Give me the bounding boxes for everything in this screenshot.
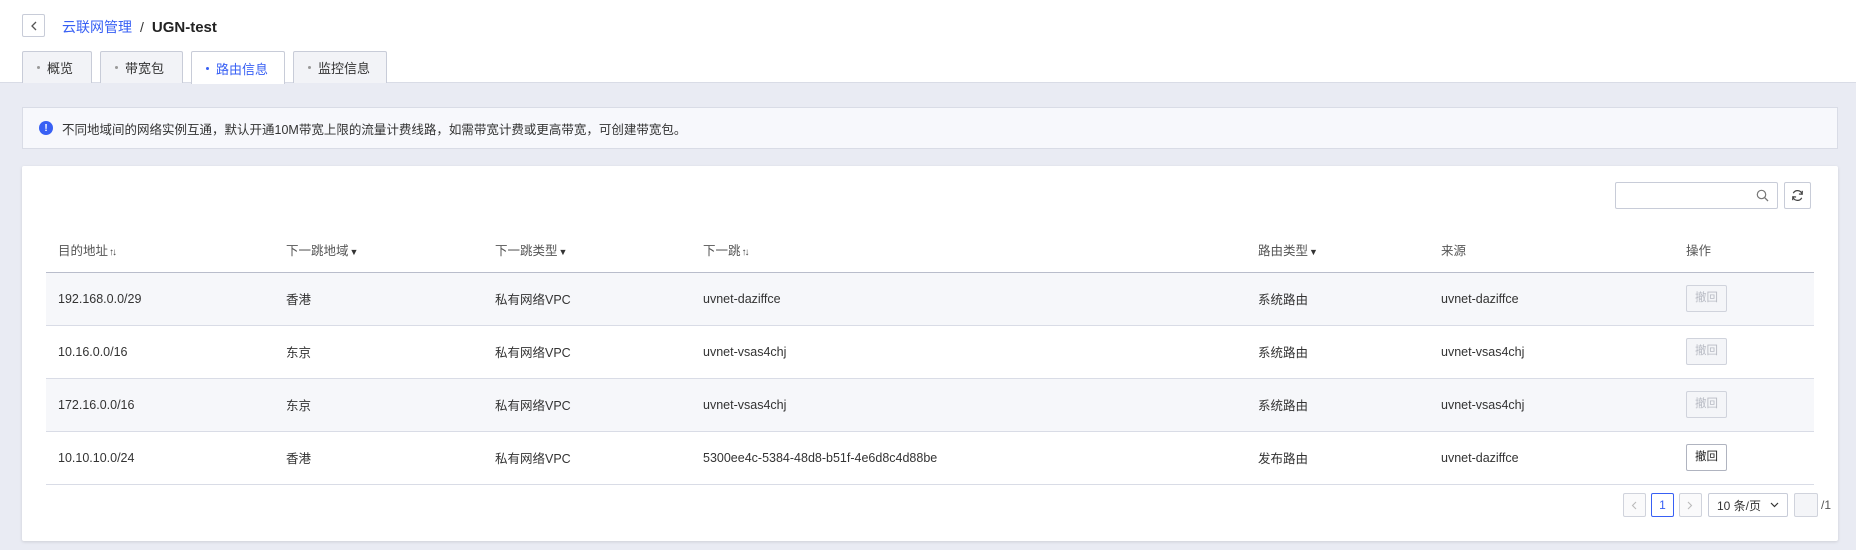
column-header-source: 来源: [1429, 228, 1674, 273]
cell-next-hop: uvnet-daziffce: [691, 272, 1246, 326]
cell-next-hop-region: 东京: [274, 378, 483, 432]
next-page-button[interactable]: [1678, 493, 1702, 517]
cell-next-hop-region: 东京: [274, 325, 483, 379]
cell-route-type: 系统路由: [1246, 378, 1429, 432]
column-header-route-type[interactable]: 路由类型▼: [1246, 228, 1429, 273]
revoke-button[interactable]: 撤回: [1686, 444, 1727, 471]
chevron-left-icon: [1632, 501, 1637, 509]
revoke-button: 撤回: [1686, 338, 1727, 365]
tab-monitoring[interactable]: 监控信息: [293, 51, 388, 83]
table-row: 192.168.0.0/29 香港 私有网络VPC uvnet-daziffce…: [46, 272, 1814, 326]
cell-next-hop-type: 私有网络VPC: [483, 325, 691, 379]
breadcrumb: 云联网管理 / UGN-test: [62, 17, 217, 37]
notice-text: 不同地域间的网络实例互通，默认开通10M带宽上限的流量计费线路，如需带宽计费或更…: [62, 122, 687, 137]
column-label: 下一跳类型: [495, 244, 558, 259]
breadcrumb-parent-link[interactable]: 云联网管理: [62, 17, 132, 37]
cell-destination: 10.10.10.0/24: [46, 431, 274, 485]
tab-route-info[interactable]: 路由信息: [191, 51, 286, 84]
column-header-next-hop-region[interactable]: 下一跳地域▼: [274, 228, 483, 273]
tab-bar: 概览 带宽包 路由信息 监控信息: [22, 51, 395, 84]
back-button[interactable]: [22, 14, 45, 37]
cell-next-hop-type: 私有网络VPC: [483, 431, 691, 485]
column-header-action: 操作: [1674, 228, 1814, 273]
table-row: 172.16.0.0/16 东京 私有网络VPC uvnet-vsas4chj …: [46, 378, 1814, 432]
page-number-button[interactable]: 1: [1650, 493, 1674, 517]
route-table: 目的地址↑↓ 下一跳地域▼ 下一跳类型▼ 下一跳↑↓ 路由类型▼ 来源 操作 1…: [46, 228, 1814, 485]
filter-icon[interactable]: ▼: [350, 247, 359, 257]
cell-action: 撤回: [1674, 272, 1814, 326]
notice-banner: ! 不同地域间的网络实例互通，默认开通10M带宽上限的流量计费线路，如需带宽计费…: [22, 107, 1838, 149]
page-header: 云联网管理 / UGN-test 概览 带宽包 路由信息 监控信息: [0, 0, 1856, 84]
cell-source: uvnet-vsas4chj: [1429, 325, 1674, 379]
column-label: 路由类型: [1258, 244, 1309, 259]
column-header-next-hop-type[interactable]: 下一跳类型▼: [483, 228, 691, 273]
sort-icon[interactable]: ↑↓: [109, 247, 117, 258]
refresh-button[interactable]: [1784, 182, 1811, 209]
cell-action: 撤回: [1674, 378, 1814, 432]
tab-label: 带宽包: [125, 61, 165, 76]
cell-destination: 172.16.0.0/16: [46, 378, 274, 432]
filter-icon[interactable]: ▼: [559, 247, 568, 257]
table-row: 10.10.10.0/24 香港 私有网络VPC 5300ee4c-5384-4…: [46, 431, 1814, 485]
cell-action: 撤回: [1674, 431, 1814, 485]
column-label: 下一跳地域: [286, 244, 349, 259]
search-icon[interactable]: [1756, 189, 1769, 202]
tab-label: 监控信息: [318, 61, 371, 76]
filter-icon[interactable]: ▼: [1309, 247, 1318, 257]
cell-source: uvnet-daziffce: [1429, 431, 1674, 485]
page-title: UGN-test: [151, 18, 217, 36]
cell-next-hop-type: 私有网络VPC: [483, 272, 691, 326]
cell-next-hop: 5300ee4c-5384-48d8-b51f-4e6d8c4d88be: [691, 431, 1246, 485]
cell-destination: 10.16.0.0/16: [46, 325, 274, 379]
revoke-button: 撤回: [1686, 391, 1727, 418]
cell-destination: 192.168.0.0/29: [46, 272, 274, 326]
refresh-icon: [1792, 190, 1803, 201]
cell-route-type: 系统路由: [1246, 325, 1429, 379]
prev-page-button[interactable]: [1622, 493, 1646, 517]
table-header-row: 目的地址↑↓ 下一跳地域▼ 下一跳类型▼ 下一跳↑↓ 路由类型▼ 来源 操作: [46, 228, 1814, 273]
tab-label: 路由信息: [216, 61, 269, 77]
column-header-destination[interactable]: 目的地址↑↓: [46, 228, 274, 273]
chevron-left-icon: [30, 21, 36, 30]
revoke-button: 撤回: [1686, 285, 1727, 312]
search-input[interactable]: [1616, 183, 1746, 208]
cell-route-type: 系统路由: [1246, 272, 1429, 326]
tab-dot: [206, 66, 210, 70]
column-label: 目的地址: [58, 244, 109, 259]
info-icon: !: [39, 121, 53, 135]
tab-label: 概览: [47, 61, 74, 76]
cell-next-hop-region: 香港: [274, 272, 483, 326]
route-table-card: 目的地址↑↓ 下一跳地域▼ 下一跳类型▼ 下一跳↑↓ 路由类型▼ 来源 操作 1…: [22, 166, 1838, 541]
total-pages: /1: [1820, 498, 1831, 512]
tab-overview[interactable]: 概览: [22, 51, 93, 83]
cell-action: 撤回: [1674, 325, 1814, 379]
column-label: 操作: [1686, 244, 1712, 259]
sort-icon[interactable]: ↑↓: [742, 247, 750, 258]
page-size-select[interactable]: 10 条/页: [1707, 493, 1788, 517]
breadcrumb-separator: /: [140, 19, 144, 35]
chevron-right-icon: [1688, 501, 1693, 509]
tab-bandwidth-package[interactable]: 带宽包: [100, 51, 184, 83]
search-box[interactable]: [1615, 182, 1778, 209]
cell-source: uvnet-vsas4chj: [1429, 378, 1674, 432]
tab-dot: [37, 66, 40, 69]
column-header-next-hop[interactable]: 下一跳↑↓: [691, 228, 1246, 273]
page-jump-input[interactable]: [1793, 493, 1818, 517]
cell-next-hop: uvnet-vsas4chj: [691, 378, 1246, 432]
column-label: 来源: [1441, 244, 1467, 259]
cell-source: uvnet-daziffce: [1429, 272, 1674, 326]
tab-dot: [308, 66, 312, 69]
column-label: 下一跳: [703, 244, 741, 259]
pagination: 1 10 条/页 /1: [1622, 493, 1838, 517]
tab-dot: [115, 66, 119, 69]
cell-next-hop-region: 香港: [274, 431, 483, 485]
chevron-down-icon: [1770, 502, 1779, 508]
cell-route-type: 发布路由: [1246, 431, 1429, 485]
table-row: 10.16.0.0/16 东京 私有网络VPC uvnet-vsas4chj 系…: [46, 325, 1814, 379]
page-size-value: 10 条/页: [1716, 498, 1762, 513]
cell-next-hop: uvnet-vsas4chj: [691, 325, 1246, 379]
cell-next-hop-type: 私有网络VPC: [483, 378, 691, 432]
